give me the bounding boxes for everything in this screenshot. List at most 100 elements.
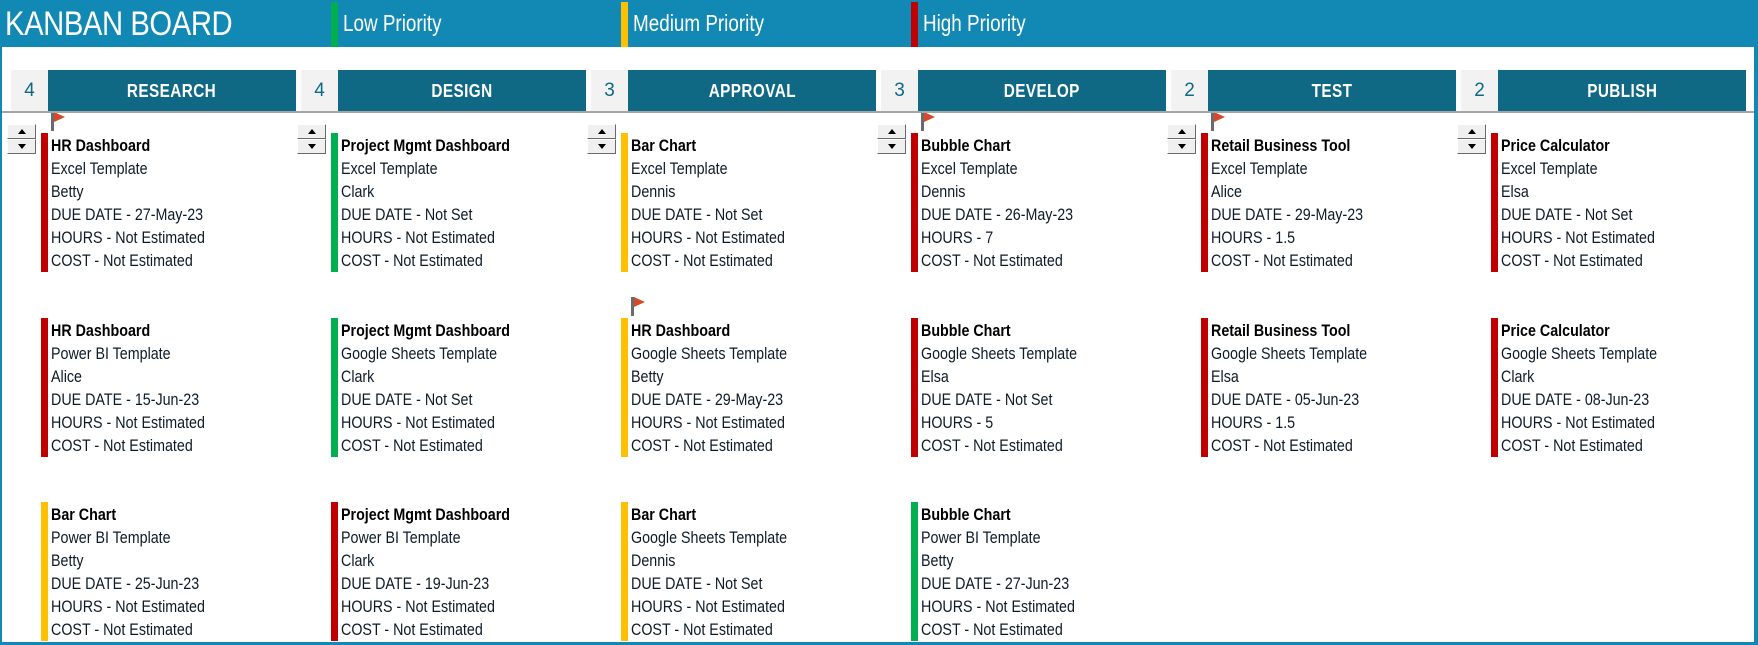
card-cost: COST - Not Estimated — [1501, 251, 1643, 270]
column-title-text: DEVELOP — [1003, 81, 1081, 101]
move-up-button[interactable] — [587, 124, 616, 139]
card-cost: COST - Not Estimated — [631, 251, 773, 270]
card-owner: Betty — [921, 551, 954, 570]
move-down-button[interactable] — [1167, 139, 1196, 154]
arrow-down-icon — [598, 144, 606, 149]
card-order-spinner[interactable] — [877, 124, 906, 154]
column-header: 3 DEVELOP — [881, 70, 1166, 111]
task-card[interactable]: Project Mgmt Dashboard Power BI Template C… — [331, 502, 606, 641]
card-due-date: DUE DATE - 27-May-23 — [51, 205, 204, 224]
card-order-spinner[interactable] — [587, 124, 616, 154]
card-due-date: DUE DATE - 05-Jun-23 — [1211, 390, 1360, 409]
card-order-spinner[interactable] — [1457, 124, 1486, 154]
task-card[interactable]: Bar Chart Google Sheets Template Dennis DUE… — [621, 502, 896, 641]
card-hours: HOURS - Not Estimated — [341, 597, 495, 616]
move-up-button[interactable] — [877, 124, 906, 139]
task-card[interactable]: HR Dashboard Power BI Template Alice DUE DA… — [41, 318, 316, 457]
priority-bar-medium — [41, 502, 48, 641]
card-title: HR Dashboard — [631, 321, 731, 340]
priority-bar-high — [1201, 133, 1208, 272]
column-card-count: 4 — [301, 70, 338, 111]
move-down-button[interactable] — [297, 139, 326, 154]
move-up-button[interactable] — [1457, 124, 1486, 139]
move-up-button[interactable] — [1167, 124, 1196, 139]
card-content: Project Mgmt Dashboard Excel Template Clar… — [341, 134, 542, 272]
card-template-type: Excel Template — [1501, 159, 1598, 178]
priority-bar-high — [41, 318, 48, 457]
column-title: RESEARCH — [48, 70, 296, 111]
card-hours: HOURS - Not Estimated — [51, 413, 205, 432]
card-order-spinner[interactable] — [1167, 124, 1196, 154]
priority-bar-high — [1201, 318, 1208, 457]
card-title: Project Mgmt Dashboard — [341, 321, 511, 340]
card-title: Bar Chart — [51, 505, 117, 524]
card-owner: Alice — [51, 367, 82, 386]
task-card[interactable]: Price Calculator Google Sheets Template Cl… — [1491, 318, 1758, 457]
card-due-date: DUE DATE - Not Set — [1501, 205, 1633, 224]
move-down-button[interactable] — [587, 139, 616, 154]
priority-bar-low — [331, 318, 338, 457]
card-due-date: DUE DATE - Not Set — [921, 390, 1053, 409]
card-cost: COST - Not Estimated — [51, 620, 193, 639]
column-header: 2 TEST — [1171, 70, 1456, 111]
task-card[interactable]: Project Mgmt Dashboard Google Sheets Temp… — [331, 318, 606, 457]
task-card[interactable]: Retail Business Tool Excel Template Alice D… — [1201, 133, 1476, 272]
move-down-button[interactable] — [7, 139, 36, 154]
column-card-count: 4 — [11, 70, 48, 111]
card-owner: Dennis — [631, 182, 676, 201]
card-due-date: DUE DATE - Not Set — [341, 205, 473, 224]
card-hours: HOURS - Not Estimated — [341, 228, 495, 247]
task-card[interactable]: Bubble Chart Power BI Template Betty DUE DA… — [911, 502, 1186, 641]
card-template-type: Excel Template — [341, 159, 438, 178]
card-template-type: Google Sheets Template — [631, 344, 788, 363]
card-owner: Elsa — [1211, 367, 1239, 386]
card-title: Bubble Chart — [921, 505, 1011, 524]
task-card[interactable]: Retail Business Tool Google Sheets Templa… — [1201, 318, 1476, 457]
move-up-button[interactable] — [297, 124, 326, 139]
priority-bar-medium — [621, 133, 628, 272]
task-card[interactable]: Price Calculator Excel Template Elsa DUE DA… — [1491, 133, 1758, 272]
card-content: Retail Business Tool Google Sheets Templa… — [1211, 319, 1397, 457]
card-template-type: Google Sheets Template — [1501, 344, 1658, 363]
flag-pennant — [1214, 112, 1225, 122]
task-card[interactable]: Bubble Chart Excel Template Dennis DUE DATE… — [911, 133, 1186, 272]
move-down-button[interactable] — [877, 139, 906, 154]
priority-bar-high — [1491, 133, 1498, 272]
card-template-type: Excel Template — [51, 159, 148, 178]
task-card[interactable]: Bar Chart Excel Template Dennis DUE DATE - … — [621, 133, 896, 272]
card-content: HR Dashboard Power BI Template Alice DUE DA… — [51, 319, 234, 457]
legend-label: Low Priority — [343, 10, 442, 36]
card-template-type: Power BI Template — [921, 528, 1041, 547]
task-card[interactable]: HR Dashboard Google Sheets Template Betty D… — [621, 318, 896, 457]
card-hours: HOURS - 1.5 — [1211, 228, 1296, 247]
task-card[interactable]: HR Dashboard Excel Template Betty DUE DATE … — [41, 133, 316, 272]
move-up-button[interactable] — [7, 124, 36, 139]
column-title-text: APPROVAL — [708, 81, 796, 101]
flag-pennant — [924, 112, 935, 122]
card-cost: COST - Not Estimated — [921, 620, 1063, 639]
card-cost: COST - Not Estimated — [1501, 436, 1643, 455]
card-order-spinner[interactable] — [297, 124, 326, 154]
card-template-type: Google Sheets Template — [341, 344, 498, 363]
move-down-button[interactable] — [1457, 139, 1486, 154]
card-template-type: Excel Template — [1211, 159, 1308, 178]
card-hours: HOURS - 5 — [921, 413, 994, 432]
arrow-down-icon — [18, 144, 26, 149]
card-due-date: DUE DATE - 25-Jun-23 — [51, 574, 200, 593]
card-hours: HOURS - Not Estimated — [51, 228, 205, 247]
card-owner: Dennis — [921, 182, 966, 201]
task-card[interactable]: Bar Chart Power BI Template Betty DUE DATE … — [41, 502, 316, 641]
task-card[interactable]: Project Mgmt Dashboard Excel Template Clar… — [331, 133, 606, 272]
column-header: 3 APPROVAL — [591, 70, 876, 111]
card-template-type: Power BI Template — [341, 528, 461, 547]
column-card-count: 2 — [1461, 70, 1498, 111]
card-due-date: DUE DATE - Not Set — [631, 205, 763, 224]
card-template-type: Google Sheets Template — [1211, 344, 1368, 363]
card-content: Price Calculator Excel Template Elsa DUE DA… — [1501, 134, 1684, 272]
card-order-spinner[interactable] — [7, 124, 36, 154]
card-cost: COST - Not Estimated — [921, 251, 1063, 270]
card-title: Price Calculator — [1501, 136, 1610, 155]
task-card[interactable]: Bubble Chart Google Sheets Template Elsa DU… — [911, 318, 1186, 457]
arrow-up-icon — [308, 129, 316, 134]
column-header: 4 DESIGN — [301, 70, 586, 111]
